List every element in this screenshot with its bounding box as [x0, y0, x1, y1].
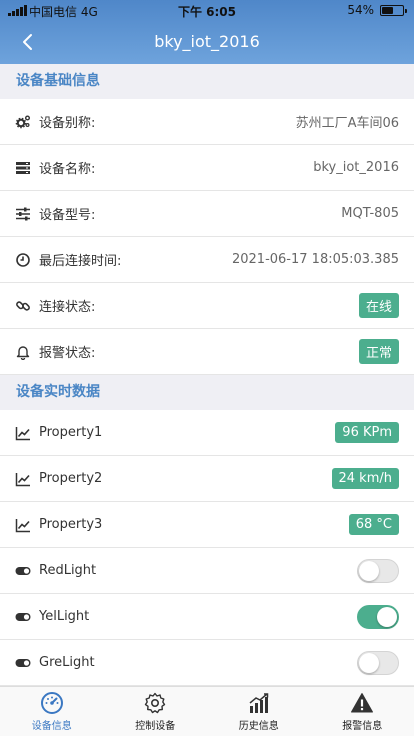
- tab-alarm[interactable]: 报警信息: [311, 687, 414, 736]
- battery-percent: 54%: [347, 3, 374, 17]
- status-badge: 正常: [358, 339, 399, 364]
- header: 中国电信 4G 下午 6:05 54% bky_iot_2016: [0, 0, 414, 64]
- bar-chart-icon: [249, 693, 268, 713]
- row-label: 设备型号:: [39, 208, 96, 223]
- row-label: Property1: [39, 425, 103, 440]
- tab-label: 历史信息: [238, 721, 279, 732]
- row-label: 设备名称:: [39, 162, 96, 177]
- line-chart-icon: [15, 471, 31, 487]
- tab-device-info[interactable]: 设备信息: [0, 687, 104, 736]
- back-button[interactable]: [14, 28, 42, 56]
- value-badge: 68 °C: [348, 514, 399, 535]
- line-chart-icon: [15, 425, 31, 441]
- row-label: GreLight: [39, 655, 95, 670]
- toggle-knob: [359, 560, 379, 581]
- row-property1: Property1 96 KPm: [0, 410, 414, 456]
- row-label: YelLight: [39, 609, 90, 624]
- row-label: RedLight: [39, 563, 97, 578]
- row-redlight: RedLight: [0, 548, 414, 594]
- tab-label: 报警信息: [342, 721, 383, 732]
- toggle-knob: [359, 652, 379, 673]
- row-device-alias: 设备别称: 苏州工厂A车间06: [0, 99, 414, 145]
- redlight-toggle[interactable]: [357, 558, 399, 583]
- row-alarm-status: 报警状态: 正常: [0, 329, 414, 375]
- gear-icon: [145, 692, 166, 714]
- row-grelight: GreLight: [0, 640, 414, 686]
- row-value: bky_iot_2016: [313, 160, 399, 175]
- status-badge: 在线: [358, 293, 399, 318]
- tab-label: 控制设备: [135, 721, 176, 732]
- row-value: 2021-06-17 18:05:03.385: [231, 252, 399, 267]
- tab-history[interactable]: 历史信息: [207, 687, 311, 736]
- tab-bar: 设备信息 控制设备 历史信息 报警信息: [0, 686, 414, 736]
- gears-icon: [15, 114, 31, 130]
- row-label: 设备别称:: [39, 116, 96, 131]
- section-header-basic: 设备基础信息: [0, 64, 414, 99]
- toggle-icon: [15, 609, 31, 625]
- tab-control-device[interactable]: 控制设备: [104, 687, 208, 736]
- sliders-icon: [15, 206, 31, 222]
- row-last-connect: 最后连接时间: 2021-06-17 18:05:03.385: [0, 237, 414, 283]
- toggle-knob: [377, 606, 397, 627]
- row-label: 最后连接时间:: [39, 254, 122, 269]
- link-icon: [15, 298, 31, 314]
- row-property2: Property2 24 km/h: [0, 456, 414, 502]
- row-label: 报警状态:: [39, 346, 96, 361]
- toggle-icon: [15, 563, 31, 579]
- tab-label: 设备信息: [31, 721, 72, 732]
- page-title: bky_iot_2016: [154, 32, 260, 51]
- row-label: Property3: [39, 517, 103, 532]
- bell-icon: [15, 344, 31, 360]
- row-device-name: 设备名称: bky_iot_2016: [0, 145, 414, 191]
- row-value: MQT-805: [341, 206, 399, 221]
- row-yellight: YelLight: [0, 594, 414, 640]
- battery-icon: [380, 5, 407, 16]
- dashboard-icon: [40, 692, 63, 714]
- yellight-toggle[interactable]: [357, 604, 399, 629]
- row-label: 连接状态:: [39, 300, 96, 315]
- line-chart-icon: [15, 517, 31, 533]
- row-device-model: 设备型号: MQT-805: [0, 191, 414, 237]
- row-connection-status: 连接状态: 在线: [0, 283, 414, 329]
- row-label: Property2: [39, 471, 103, 486]
- value-badge: 96 KPm: [335, 422, 399, 443]
- warning-icon: [351, 693, 374, 713]
- value-badge: 24 km/h: [331, 468, 399, 489]
- toggle-icon: [15, 655, 31, 671]
- server-icon: [15, 160, 31, 176]
- row-value: 苏州工厂A车间06: [295, 116, 399, 131]
- chevron-left-icon: [23, 34, 32, 50]
- content-area: 设备基础信息 设备别称: 苏州工厂A车间06 设备名称: bky_iot_201…: [0, 64, 414, 686]
- clock-icon: [15, 252, 31, 268]
- grelight-toggle[interactable]: [357, 650, 399, 675]
- row-property3: Property3 68 °C: [0, 502, 414, 548]
- section-header-realtime: 设备实时数据: [0, 375, 414, 410]
- status-bar: 中国电信 4G 下午 6:05 54%: [0, 0, 414, 20]
- nav-bar: bky_iot_2016: [0, 20, 414, 64]
